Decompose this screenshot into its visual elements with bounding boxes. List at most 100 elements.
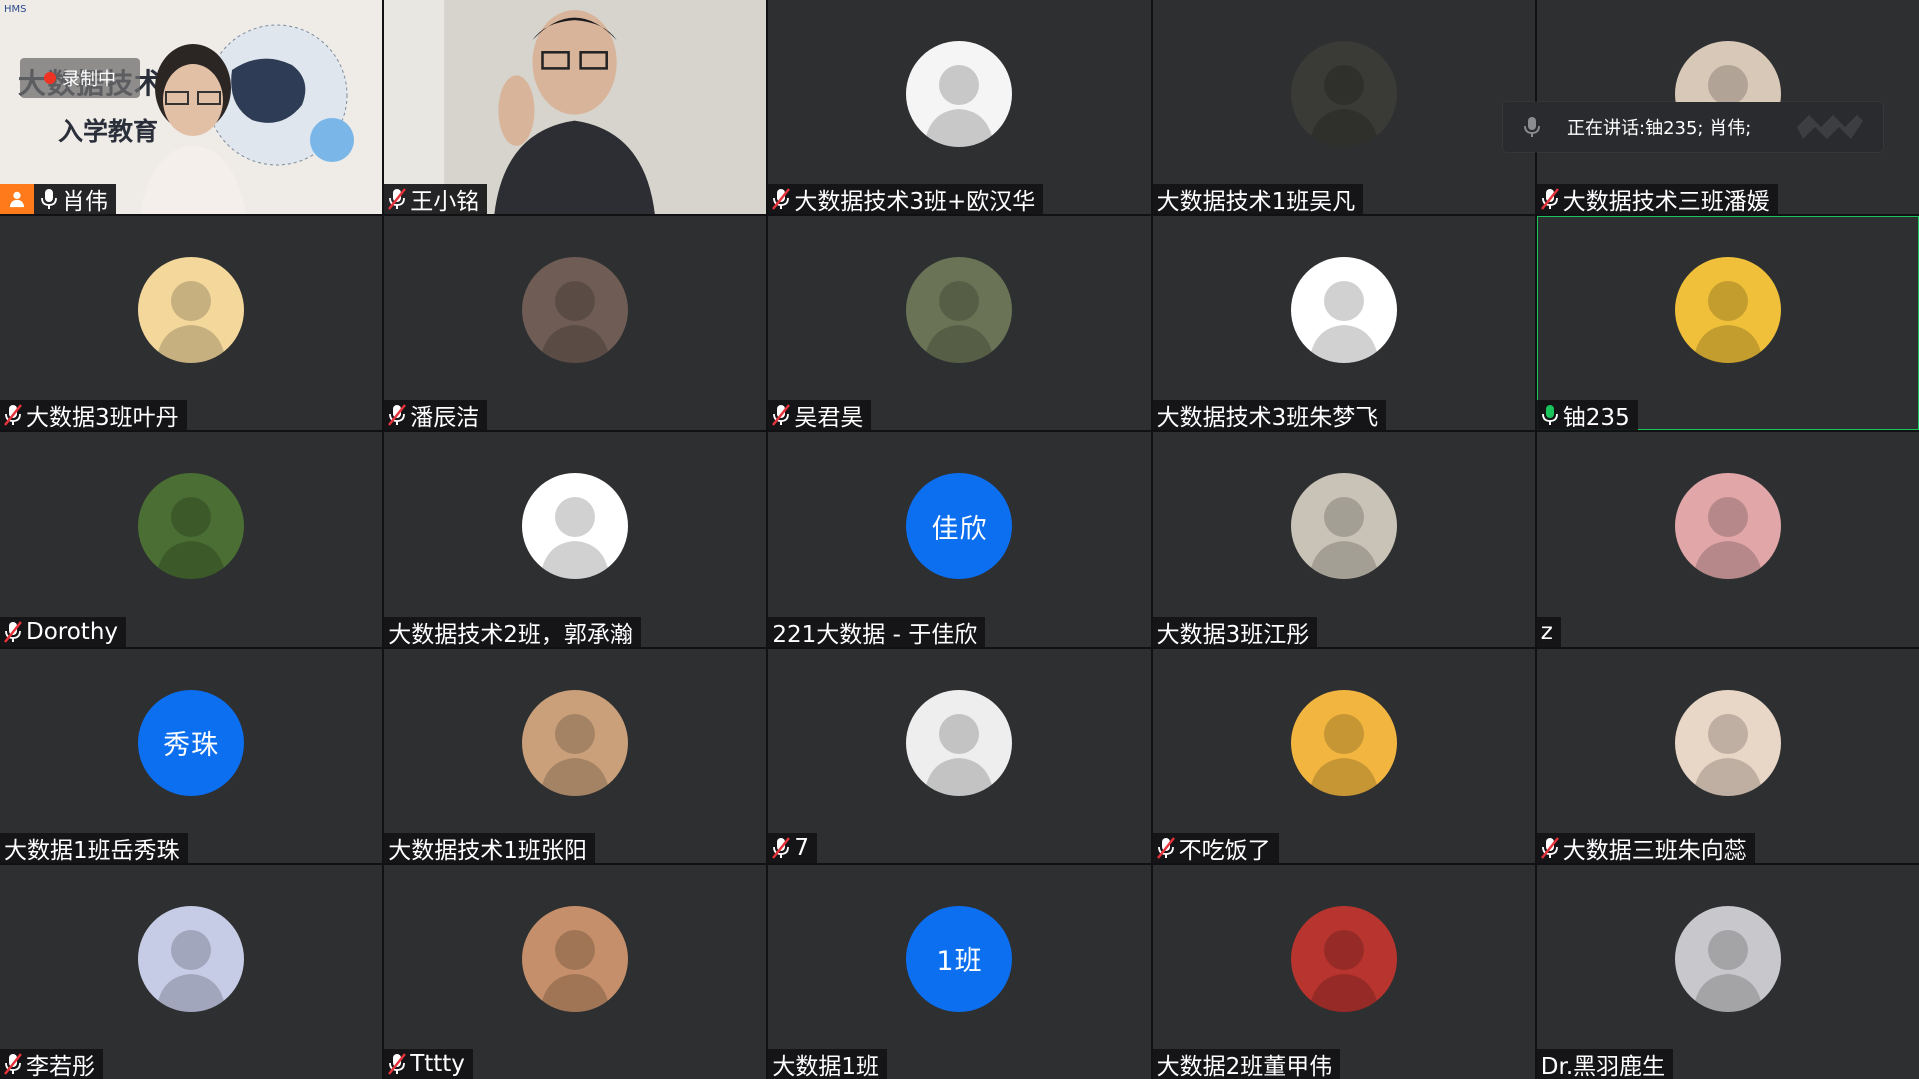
- participant-name: z: [1540, 618, 1553, 645]
- avatar: [522, 473, 629, 580]
- avatar: [1674, 473, 1781, 580]
- participant-name: 大数据1班岳秀珠: [4, 837, 180, 863]
- participant-tile[interactable]: 大数据3班叶丹: [0, 216, 383, 431]
- participant-name: 大数据2班董甲伟: [1156, 1053, 1333, 1079]
- avatar-image: [540, 281, 611, 364]
- avatar-image: [1308, 713, 1379, 796]
- participant-nameplate: 大数据技术1班张阳: [384, 832, 595, 863]
- participant-name: 潘辰洁: [410, 405, 480, 431]
- participant-tile[interactable]: 大数据技术2班，郭承瀚: [384, 432, 767, 647]
- participant-nameplate: 7: [768, 832, 818, 863]
- participant-tile[interactable]: HMS大数据技术专入学教育录制中肖伟: [0, 0, 383, 215]
- avatar-image: [1308, 281, 1379, 364]
- participant-tile[interactable]: 潘辰洁: [384, 216, 767, 431]
- participant-nameplate: 潘辰洁: [384, 400, 488, 431]
- participant-nameplate: 铀235: [1536, 400, 1638, 431]
- participant-nameplate: 不吃饭了: [1152, 832, 1279, 863]
- avatar: 佳欣: [906, 473, 1013, 580]
- participant-nameplate: 大数据技术2班，郭承瀚: [384, 616, 641, 647]
- active-speaker-indicator: 正在讲话: 铀235; 肖伟;: [1503, 102, 1883, 152]
- participant-tile[interactable]: Dr.黑羽鹿生: [1536, 864, 1919, 1079]
- mic-muted-icon: [4, 1053, 22, 1075]
- participant-name: 肖伟: [62, 189, 108, 215]
- participant-nameplate: 大数据三班朱向蕊: [1536, 832, 1755, 863]
- participant-tile[interactable]: z: [1536, 432, 1919, 647]
- avatar-image: [1692, 281, 1763, 364]
- mic-muted-icon: [1156, 837, 1175, 859]
- avatar: [1290, 905, 1397, 1012]
- participant-nameplate: 李若彤: [0, 1048, 103, 1079]
- participant-name: Dorothy: [26, 618, 119, 645]
- participant-tile[interactable]: 7: [768, 648, 1151, 863]
- avatar: [1290, 689, 1397, 796]
- participant-name: Dr.黑羽鹿生: [1540, 1053, 1666, 1079]
- participant-name: 221大数据 - 于佳欣: [772, 621, 978, 647]
- mic-muted-icon: [388, 404, 407, 427]
- avatar-initials: 秀珠: [163, 730, 220, 762]
- mic-muted-icon: [388, 188, 407, 210]
- avatar-image: [156, 497, 227, 580]
- participant-tile[interactable]: 大数据技术1班张阳: [384, 648, 767, 863]
- mic-muted-icon: [388, 1053, 407, 1075]
- participant-tile[interactable]: Dorothy: [0, 432, 383, 647]
- participant-nameplate: z: [1536, 616, 1561, 647]
- participant-nameplate: Dorothy: [0, 616, 127, 647]
- participant-tile[interactable]: 1班大数据1班: [768, 864, 1151, 1079]
- participant-name: 大数据技术1班吴凡: [1156, 189, 1356, 215]
- mic-muted-icon: [1540, 837, 1559, 859]
- mic-muted-icon: [772, 837, 791, 859]
- participant-tile[interactable]: 大数据三班朱向蕊: [1536, 648, 1919, 863]
- avatar-image: [540, 713, 611, 796]
- participant-name: 大数据技术三班潘媛: [1562, 189, 1770, 215]
- avatar: [522, 689, 629, 796]
- participant-name: 大数据1班: [772, 1053, 880, 1079]
- participant-name: 大数据技术1班张阳: [388, 837, 587, 863]
- avatar: [1290, 257, 1397, 364]
- participant-nameplate: 肖伟: [0, 184, 116, 215]
- participant-nameplate: 大数据2班董甲伟: [1152, 1048, 1341, 1079]
- participant-nameplate: 大数据3班叶丹: [0, 400, 187, 431]
- participant-tile[interactable]: 王小铭: [384, 0, 767, 215]
- participant-nameplate: 大数据1班岳秀珠: [0, 832, 188, 863]
- participant-tile[interactable]: 大数据技术1班吴凡: [1152, 0, 1535, 215]
- participant-tile[interactable]: 不吃饭了: [1152, 648, 1535, 863]
- participant-tile[interactable]: 佳欣 221大数据 - 于佳欣: [768, 432, 1151, 647]
- participant-nameplate: 大数据3班江彤: [1152, 616, 1318, 647]
- mic-muted-icon: [4, 404, 22, 427]
- participant-tile[interactable]: 铀235: [1536, 216, 1919, 431]
- participant-name: 不吃饭了: [1178, 837, 1271, 863]
- microphone-icon: [1524, 117, 1540, 137]
- participant-tile[interactable]: 大数据技术3班朱梦飞: [1152, 216, 1535, 431]
- avatar: [1290, 473, 1397, 580]
- avatar: 秀珠: [138, 689, 245, 796]
- participant-nameplate: Dr.黑羽鹿生: [1536, 1048, 1674, 1079]
- participant-nameplate: 大数据技术3班+欧汉华: [768, 184, 1044, 215]
- participant-tile[interactable]: 吴君昊: [768, 216, 1151, 431]
- participant-nameplate: 大数据技术三班潘媛: [1536, 184, 1778, 215]
- host-icon: [0, 184, 34, 215]
- participant-nameplate: Tttty: [384, 1048, 473, 1079]
- avatar: [906, 689, 1013, 796]
- participant-name: Tttty: [410, 1050, 465, 1077]
- record-dot-icon: [44, 72, 56, 84]
- avatar: [1674, 689, 1781, 796]
- participant-nameplate: 大数据技术1班吴凡: [1152, 184, 1364, 215]
- participant-tile[interactable]: 李若彤: [0, 864, 383, 1079]
- avatar-image: [924, 713, 995, 796]
- participant-tile[interactable]: 大数据技术3班+欧汉华: [768, 0, 1151, 215]
- speaker-wave-icon: [1797, 115, 1863, 139]
- avatar-image: [1692, 929, 1763, 1012]
- avatar-image: [540, 497, 611, 580]
- participant-tile[interactable]: 秀珠大数据1班岳秀珠: [0, 648, 383, 863]
- participant-tile[interactable]: 大数据2班董甲伟: [1152, 864, 1535, 1079]
- avatar: [138, 473, 245, 580]
- avatar-initials: 佳欣: [931, 513, 988, 545]
- participant-name: 铀235: [1562, 405, 1630, 431]
- participant-name: 李若彤: [26, 1053, 95, 1079]
- participant-tile[interactable]: 大数据3班江彤: [1152, 432, 1535, 647]
- active-speaker-names: 铀235; 肖伟;: [1645, 118, 1752, 139]
- participant-nameplate: 大数据1班: [768, 1048, 888, 1079]
- participant-tile[interactable]: Tttty: [384, 864, 767, 1079]
- avatar-initials: 1班: [936, 946, 983, 978]
- participant-name: 7: [794, 834, 810, 861]
